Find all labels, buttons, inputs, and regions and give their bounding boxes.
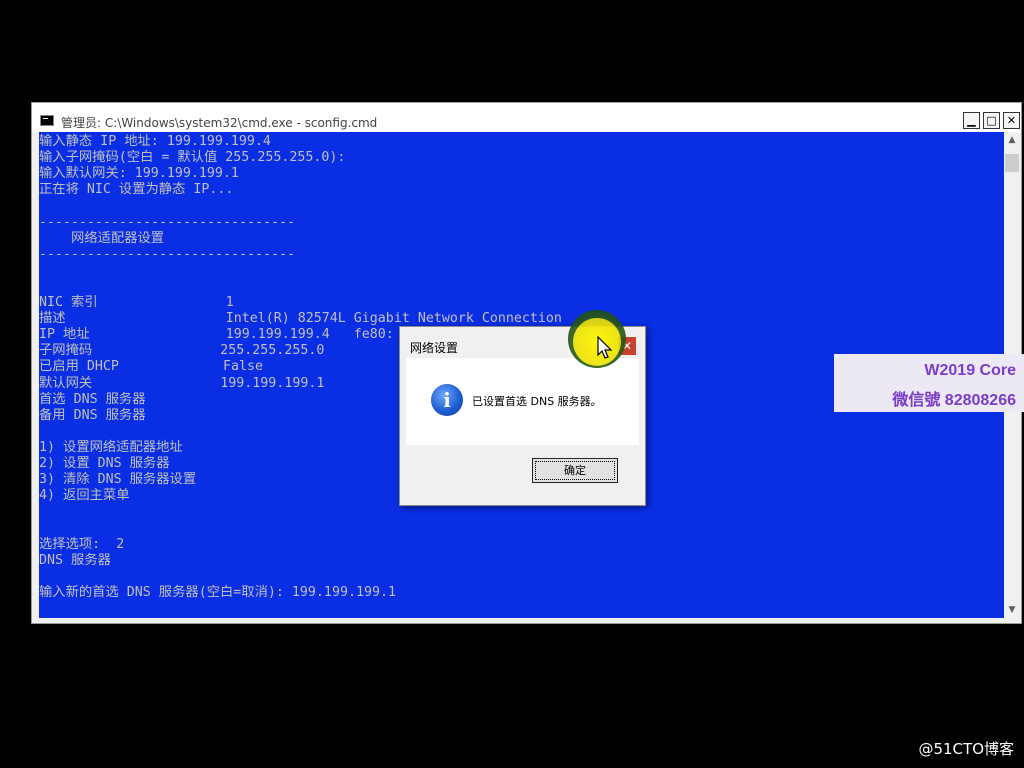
site-watermark: @51CTO博客: [918, 740, 1014, 758]
watermark-wechat: 微信號 82808266: [892, 392, 1016, 409]
console-line: NIC 索引 1: [39, 295, 234, 310]
scroll-up-icon[interactable]: ▲: [1004, 132, 1020, 148]
console-line: 4) 返回主菜单: [39, 488, 130, 504]
console-line: 已启用 DHCP False: [39, 359, 264, 375]
console-line: 描述 Intel(R) 82574L Gigabit Network Conne…: [39, 311, 562, 327]
dialog-message: 已设置首选 DNS 服务器。: [472, 395, 602, 408]
console-line: 输入新的首选 DNS 服务器(空白=取消): 199.199.199.1: [39, 584, 396, 600]
maximize-button[interactable]: □: [983, 112, 1000, 129]
information-icon: i: [431, 384, 463, 416]
dialog-body: i 已设置首选 DNS 服务器。: [406, 358, 639, 445]
console-app-icon: [40, 115, 54, 126]
console-line: 正在将 NIC 设置为静态 IP...: [39, 182, 234, 198]
console-line: 输入子网掩码(空白 = 默认值 255.255.255.0):: [39, 150, 346, 166]
console-line: IP 地址 199.199.199.4 fe80:: [39, 327, 394, 343]
console-line: 备用 DNS 服务器: [39, 407, 146, 423]
window-title: 管理员: C:\Windows\system32\cmd.exe - sconf…: [61, 116, 378, 130]
console-line: 3) 清除 DNS 服务器设置: [39, 472, 197, 488]
mouse-cursor-icon: [597, 336, 613, 359]
console-line: 输入默认网关: 199.199.199.1: [39, 166, 239, 182]
console-line: 默认网关 199.199.199.1: [39, 375, 325, 391]
console-line: DNS 服务器: [39, 552, 111, 568]
console-line: 子网掩码 255.255.255.0: [39, 343, 325, 359]
watermark-title: W2019 Core: [924, 362, 1016, 379]
watermark-panel: W2019 Core 微信號 82808266: [834, 354, 1024, 412]
dialog-title: 网络设置: [410, 341, 459, 355]
console-line: 2) 设置 DNS 服务器: [39, 456, 170, 471]
title-bar[interactable]: 管理员: C:\Windows\system32\cmd.exe - sconf…: [32, 103, 1021, 132]
console-line: 选择选项: 2: [39, 536, 125, 552]
minimize-button[interactable]: ▁: [963, 112, 980, 129]
close-button[interactable]: ✕: [1003, 112, 1020, 129]
console-line: --------------------------------: [39, 214, 296, 230]
console-line: 网络适配器设置: [39, 230, 165, 246]
ok-button[interactable]: 确定: [532, 458, 618, 483]
console-line: 输入静态 IP 地址: 199.199.199.4: [39, 134, 271, 149]
console-line: 1) 设置网络适配器地址: [39, 439, 183, 455]
scroll-thumb[interactable]: [1005, 154, 1019, 172]
console-line: 首选 DNS 服务器: [39, 391, 146, 407]
console-line: --------------------------------: [39, 246, 296, 262]
scroll-down-icon[interactable]: ▼: [1004, 602, 1020, 618]
